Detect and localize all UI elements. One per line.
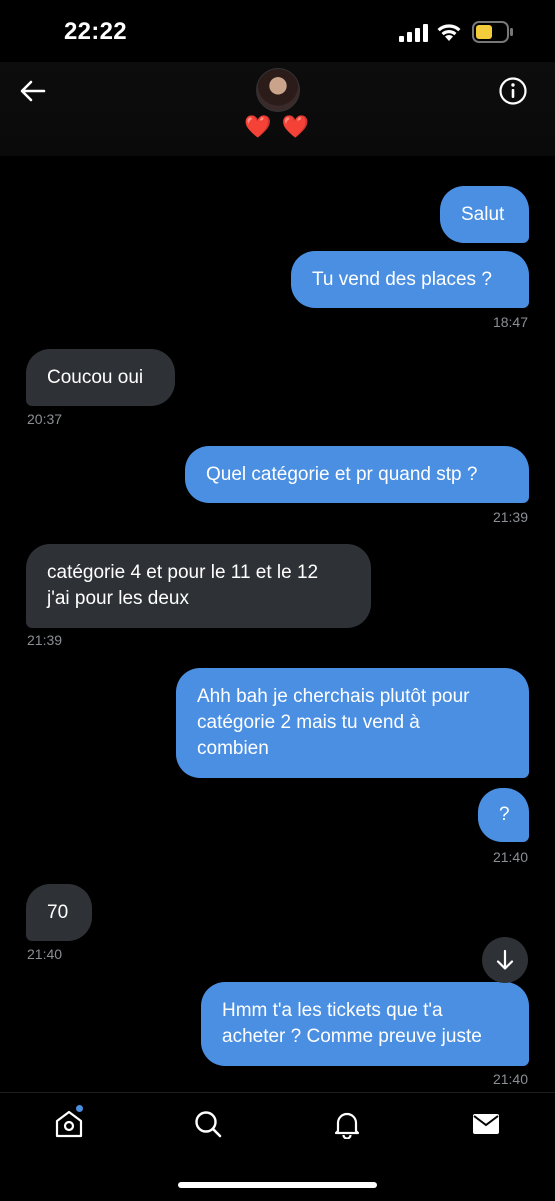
notification-dot (76, 1105, 83, 1112)
avatar[interactable] (256, 68, 300, 112)
message-timestamp: 21:40 (27, 946, 63, 962)
message-received[interactable]: Coucou oui (26, 349, 175, 406)
home-icon[interactable] (54, 1109, 84, 1139)
back-arrow-icon[interactable] (18, 76, 48, 106)
message-sent[interactable]: Quel catégorie et pr quand stp ? (185, 446, 529, 503)
status-emoji: ❤️ ❤️ (244, 114, 311, 139)
wifi-icon (437, 24, 461, 41)
status-time: 22:22 (64, 18, 127, 45)
message-timestamp: 21:40 (492, 1071, 528, 1087)
message-timestamp: 18:47 (492, 314, 528, 330)
message-sent[interactable]: Tu vend des places ? (291, 251, 529, 308)
cellular-signal-icon (399, 24, 428, 42)
message-received[interactable]: 70 (26, 884, 92, 941)
message-timestamp: 21:39 (492, 509, 528, 525)
arrow-down-icon (496, 949, 514, 970)
message-sent[interactable]: Salut (440, 186, 529, 243)
info-icon[interactable] (498, 76, 528, 106)
message-timestamp: 20:37 (27, 411, 63, 427)
battery-icon (472, 21, 513, 43)
home-indicator (178, 1182, 377, 1188)
search-icon[interactable] (193, 1109, 223, 1139)
message-sent[interactable]: Hmm t'a les tickets que t'a acheter ? Co… (201, 982, 529, 1066)
status-bar: 22:22 (0, 0, 555, 62)
message-timestamp: 21:39 (27, 632, 63, 648)
scroll-to-bottom-button[interactable] (482, 937, 528, 983)
message-timestamp: 21:40 (492, 849, 528, 865)
conversation-header: ❤️ ❤️ (0, 62, 555, 156)
message-received[interactable]: catégorie 4 et pour le 11 et le 12 j'ai … (26, 544, 371, 628)
bell-icon[interactable] (332, 1109, 362, 1139)
mail-icon[interactable] (471, 1109, 501, 1139)
message-sent[interactable]: ? (478, 788, 529, 842)
message-sent[interactable]: Ahh bah je cherchais plutôt pour catégor… (176, 668, 529, 778)
